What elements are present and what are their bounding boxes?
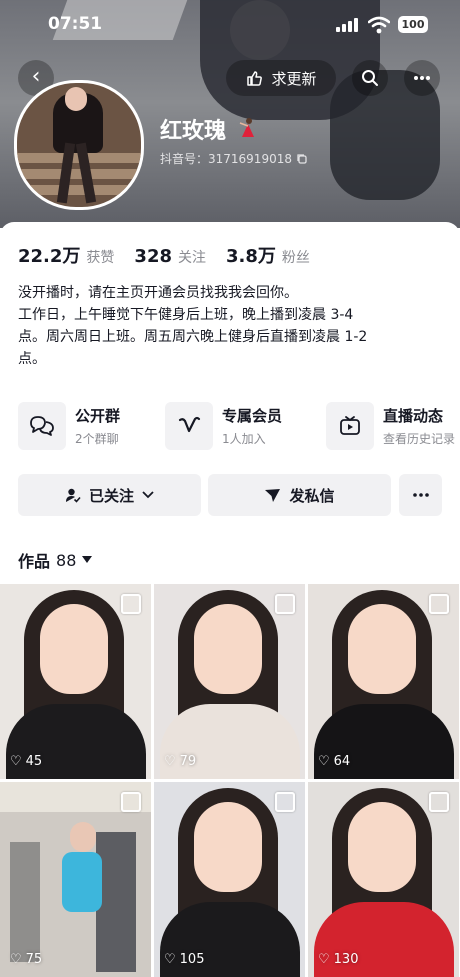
battery-indicator: 100 (398, 16, 428, 33)
feature-title: 公开群 (75, 407, 121, 425)
bio: 没开播时，请在主页开通会员找我我会回你。 工作日，上午睡觉下午健身后上班，晚上播… (18, 282, 438, 370)
video-likes: ♡ 45 (10, 754, 42, 769)
video-likes: ♡ 130 (318, 952, 358, 967)
bio-line: 没开播时，请在主页开通会员找我我会回你。 (18, 285, 298, 301)
works-count: 88 (56, 550, 77, 570)
video-thumbnail[interactable]: ♡ 79 (154, 584, 305, 779)
select-checkbox-icon[interactable] (429, 594, 449, 614)
wifi-icon (368, 16, 390, 34)
video-likes: ♡ 79 (164, 754, 196, 769)
profile-card: 22.2万 获赞 328 关注 3.8万 粉丝 没开播时，请在主页开通会员找我我… (0, 222, 460, 977)
profile-header: 07:51 100 ‹ 求更新 红玫瑰 抖音号：31716919018 (0, 0, 460, 228)
feature-subtitle: 查看历史记录 (383, 432, 456, 446)
video-thumbnail[interactable]: ♡ 64 (308, 584, 459, 779)
video-grid: ♡ 45 ♡ 79 ♡ 64 ♡ 75 ♡ 105 ♡ 130 (0, 584, 460, 977)
feature-title: 直播动态 (383, 407, 444, 425)
video-likes-count: 75 (25, 952, 43, 967)
request-update-label: 求更新 (271, 69, 317, 88)
feature-public-group[interactable]: 公开群 2个群聊 (18, 402, 158, 452)
more-dots-icon (412, 493, 429, 497)
search-button[interactable] (352, 60, 388, 96)
group-chat-icon (18, 402, 66, 450)
feature-title: 专属会员 (222, 407, 283, 425)
caret-down-icon (82, 556, 93, 563)
video-thumbnail[interactable]: ♡ 105 (154, 782, 305, 977)
feature-live-history[interactable]: 直播动态 查看历史记录 (326, 402, 460, 452)
stats-row: 22.2万 获赞 328 关注 3.8万 粉丝 (18, 242, 330, 268)
feature-subtitle: 1人加入 (222, 432, 266, 446)
avatar[interactable] (14, 80, 144, 210)
feature-membership[interactable]: 专属会员 1人加入 (165, 402, 310, 452)
select-checkbox-icon[interactable] (275, 594, 295, 614)
chevron-left-icon: ‹ (31, 64, 41, 89)
video-likes: ♡ 64 (318, 754, 350, 769)
more-actions-button[interactable] (399, 474, 442, 516)
video-likes-count: 45 (25, 754, 43, 769)
bio-line: 点。周六周日上班。周五周六晚上健身后直播到凌晨 1-2 (18, 329, 368, 345)
heart-icon: ♡ (10, 952, 22, 967)
select-checkbox-icon[interactable] (429, 792, 449, 812)
signal-icon (336, 18, 358, 32)
heart-icon: ♡ (10, 754, 22, 769)
thumb-point-icon (247, 71, 263, 86)
following-count[interactable]: 328 (134, 246, 172, 267)
video-thumbnail[interactable]: ♡ 45 (0, 584, 151, 779)
douyin-id: 抖音号：31716919018 (160, 150, 308, 167)
video-likes-count: 79 (179, 754, 197, 769)
likes-label: 获赞 (86, 250, 115, 266)
bio-line: 工作日，上午睡觉下午健身后上班，晚上播到凌晨 3-4 (18, 307, 354, 323)
heart-icon: ♡ (318, 754, 330, 769)
select-checkbox-icon[interactable] (275, 792, 295, 812)
search-icon (362, 70, 378, 86)
likes-count: 22.2万 (18, 246, 81, 267)
heart-icon: ♡ (164, 952, 176, 967)
video-likes-count: 64 (333, 754, 351, 769)
video-likes: ♡ 75 (10, 952, 42, 967)
followed-label: 已关注 (88, 486, 134, 505)
video-likes-count: 130 (333, 952, 359, 967)
bio-line: 点。 (18, 351, 46, 367)
works-tab[interactable]: 作品 88 (18, 548, 93, 572)
feature-subtitle: 2个群聊 (75, 432, 119, 446)
send-plane-icon (265, 488, 281, 502)
membership-v-icon (165, 402, 213, 450)
douyin-id-text: 抖音号：31716919018 (160, 152, 292, 166)
status-bar: 07:51 100 (0, 12, 460, 40)
followers-count[interactable]: 3.8万 (226, 242, 276, 268)
video-thumbnail[interactable]: ♡ 130 (308, 782, 459, 977)
more-options-button[interactable] (404, 60, 440, 96)
select-checkbox-icon[interactable] (121, 792, 141, 812)
status-time: 07:51 (48, 14, 103, 34)
send-message-label: 发私信 (289, 486, 335, 505)
video-likes-count: 105 (179, 952, 205, 967)
dancer-emoji-icon (239, 118, 254, 137)
user-check-icon (65, 488, 81, 503)
followed-button[interactable]: 已关注 (18, 474, 201, 516)
chevron-down-icon (142, 491, 154, 499)
works-label: 作品 (18, 552, 51, 571)
video-thumbnail[interactable]: ♡ 75 (0, 782, 151, 977)
more-dots-icon (414, 76, 430, 80)
send-message-button[interactable]: 发私信 (208, 474, 391, 516)
heart-icon: ♡ (164, 754, 176, 769)
followers-label[interactable]: 粉丝 (282, 247, 310, 267)
live-tv-icon (326, 402, 374, 450)
request-update-button[interactable]: 求更新 (226, 60, 336, 96)
profile-name: 红玫瑰 (160, 119, 227, 144)
video-likes: ♡ 105 (164, 952, 204, 967)
following-label[interactable]: 关注 (178, 247, 206, 267)
select-checkbox-icon[interactable] (121, 594, 141, 614)
heart-icon: ♡ (318, 952, 330, 967)
copy-icon[interactable] (296, 153, 308, 165)
